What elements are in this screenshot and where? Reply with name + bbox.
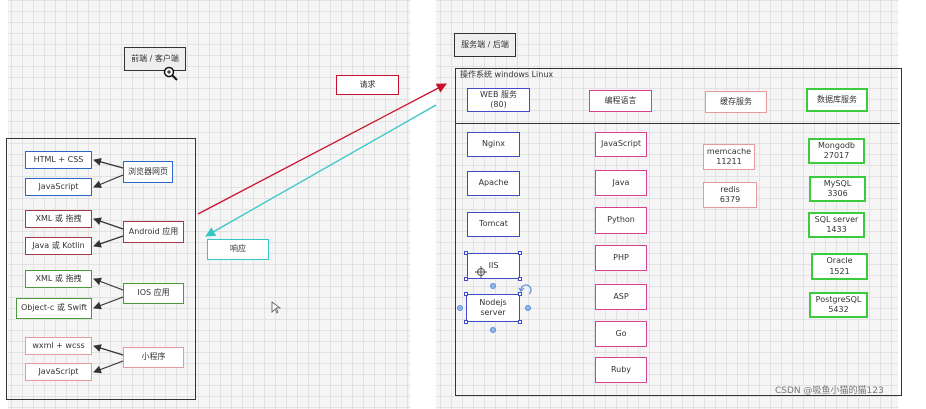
connector-browser-js — [93, 174, 124, 189]
connector-browser-html — [93, 158, 124, 169]
response-arrow — [205, 104, 437, 237]
move-cursor-icon — [475, 266, 487, 278]
connector-ios-xml — [93, 277, 124, 291]
client-connectors — [93, 158, 124, 374]
connectors-layer — [93, 66, 532, 374]
connector-mini-wxml — [93, 344, 124, 356]
connector-android-java — [93, 235, 124, 248]
connector-mini-js — [93, 360, 124, 374]
zoom-in-cursor-icon — [163, 66, 178, 81]
mouse-pointer-icon — [271, 301, 282, 314]
connector-ios-swift — [93, 296, 124, 310]
connector-android-xml — [93, 217, 124, 230]
diagram-canvas[interactable]: 前端 / 客户端 HTML + CSS JavaScript 浏览器网页 XML… — [0, 0, 926, 409]
rotate-handle-icon — [518, 284, 532, 295]
request-arrow — [197, 83, 447, 215]
